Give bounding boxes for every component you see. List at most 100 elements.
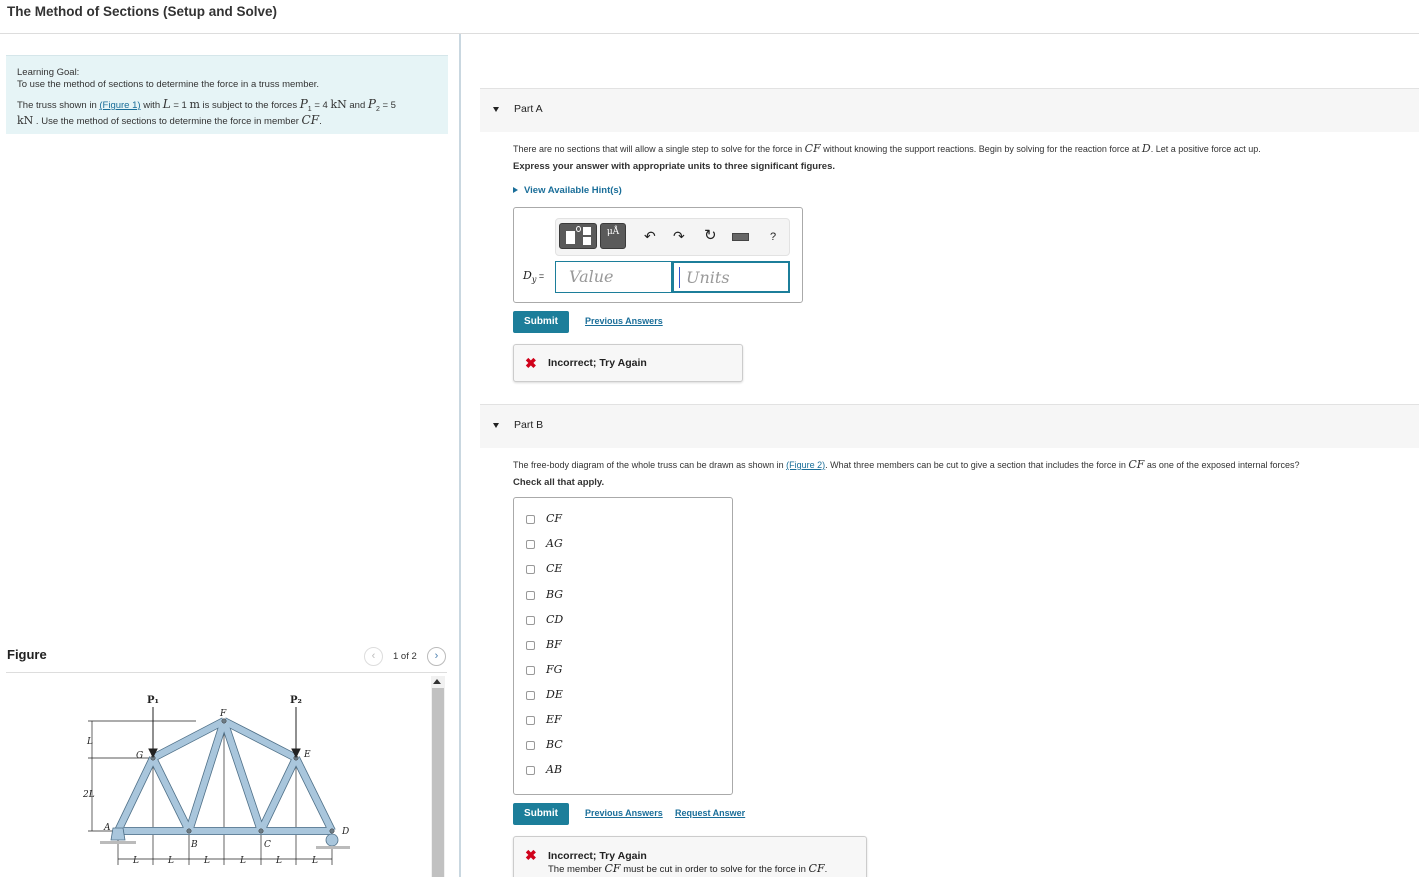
part-a-question: There are no sections that will allow a … <box>513 142 1261 155</box>
text: must be cut in order to solve for the fo… <box>620 864 809 875</box>
figure-counter: 1 of 2 <box>393 651 417 662</box>
checkbox[interactable] <box>526 515 535 524</box>
incorrect-x-icon: ✖ <box>525 847 537 863</box>
learning-goal-box: Learning Goal: To use the method of sect… <box>6 55 448 134</box>
checkbox[interactable] <box>526 591 535 600</box>
option-label: EF <box>546 713 562 726</box>
checkbox[interactable] <box>526 766 535 775</box>
label-E: E <box>303 750 311 760</box>
text: and <box>346 100 368 111</box>
feedback-message: The member CF must be cut in order to so… <box>548 862 827 875</box>
text: . <box>824 864 828 875</box>
request-answer-link[interactable]: Request Answer <box>675 808 745 818</box>
figure-label: Figure <box>7 647 47 662</box>
option-label: AG <box>546 537 563 550</box>
checkbox[interactable] <box>526 666 535 675</box>
member-checklist: CF AG CE BG CD BF FG DE EF BC AB <box>513 497 733 795</box>
collapse-triangle-icon <box>493 107 499 112</box>
answer-box: μÅ ↶ ↷ ↻ ? Dy = Value Units <box>513 207 803 303</box>
roller-support-D <box>325 833 339 847</box>
part-a-submit-button[interactable]: Submit <box>513 311 569 333</box>
undo-icon[interactable]: ↶ <box>644 228 656 244</box>
ground-A <box>100 841 136 844</box>
part-b-previous-answers-link[interactable]: Previous Answers <box>585 808 663 818</box>
help-icon[interactable]: ? <box>770 229 776 245</box>
ground-D <box>316 846 350 849</box>
label-P2: P₂ <box>290 695 302 706</box>
checkbox[interactable] <box>526 565 535 574</box>
learning-goal-problem: The truss shown in (Figure 1) with L = 1… <box>17 97 437 127</box>
units-button[interactable]: μÅ <box>600 223 626 249</box>
figure-2-link[interactable]: (Figure 2) <box>786 460 825 470</box>
checkbox[interactable] <box>526 540 535 549</box>
option-label: AB <box>546 763 563 776</box>
label-G: G <box>136 751 143 761</box>
part-a-label: Part A <box>514 103 543 115</box>
checkbox[interactable] <box>526 716 535 725</box>
text: The free-body diagram of the whole truss… <box>513 460 787 470</box>
checkbox[interactable] <box>526 741 535 750</box>
joint-F <box>221 718 227 724</box>
option-label: FG <box>546 663 563 676</box>
part-a-previous-answers-link[interactable]: Previous Answers <box>585 316 663 326</box>
answer-label: Dy = <box>523 269 544 284</box>
label-L-span-1: L <box>132 856 139 866</box>
text: The truss shown in <box>17 100 100 111</box>
checkbox[interactable] <box>526 616 535 625</box>
templates-icon <box>566 231 575 244</box>
chevron-right-icon: › <box>434 650 439 662</box>
left-pane: Learning Goal: To use the method of sect… <box>0 34 459 877</box>
keyboard-icon[interactable] <box>732 233 749 241</box>
text: = 4 <box>311 100 331 111</box>
label-L-span-5: L <box>275 856 282 866</box>
checkbox[interactable] <box>526 641 535 650</box>
label-C: C <box>264 840 271 850</box>
option-label: CE <box>546 562 563 575</box>
scroll-thumb[interactable] <box>432 688 444 877</box>
option-label: BC <box>546 738 563 751</box>
page-title: The Method of Sections (Setup and Solve) <box>7 4 278 19</box>
text: . <box>319 115 322 127</box>
figure-divider <box>6 672 447 673</box>
label-L-height: L <box>86 737 93 747</box>
truss-members <box>114 717 336 835</box>
equals-sign: = <box>536 271 545 281</box>
checkbox[interactable] <box>526 691 535 700</box>
redo-icon[interactable]: ↷ <box>673 228 685 244</box>
templates-button[interactable] <box>559 223 597 249</box>
figure-next-button[interactable]: › <box>427 647 446 666</box>
option-label: BF <box>546 638 562 651</box>
joint-B <box>186 828 192 834</box>
math-P1: P <box>299 97 308 111</box>
units-input[interactable]: Units <box>672 261 790 293</box>
text: is subject to the forces <box>199 100 300 111</box>
value-input[interactable]: Value <box>555 261 672 293</box>
learning-goal-title: Learning Goal: <box>17 67 80 78</box>
view-hints-link[interactable]: View Available Hint(s) <box>513 185 622 196</box>
figure-header: Figure ‹ 1 of 2 › <box>0 644 459 674</box>
reset-icon[interactable]: ↻ <box>704 228 717 244</box>
text: without knowing the support reactions. B… <box>820 144 1142 154</box>
math-L: L <box>162 97 171 111</box>
part-b-header[interactable]: Part B <box>480 404 1419 448</box>
figure-scrollbar[interactable] <box>431 676 445 877</box>
templates-icon-part <box>583 237 591 245</box>
member-ED <box>293 756 335 833</box>
truss-figure: P₁ P₂ F G E A B C D L 2L L L L L L L <box>82 695 350 866</box>
right-pane: Part A There are no sections that will a… <box>461 34 1419 877</box>
templates-icon-part <box>583 227 591 235</box>
part-a-header[interactable]: Part A <box>480 88 1419 132</box>
figure-1-link[interactable]: (Figure 1) <box>99 100 140 111</box>
part-b-submit-button[interactable]: Submit <box>513 803 569 825</box>
label-P1: P₁ <box>147 695 159 706</box>
incorrect-x-icon: ✖ <box>525 355 537 371</box>
label-2L-height: 2L <box>82 790 95 800</box>
text: . Use the method of sections to determin… <box>33 115 302 127</box>
text-caret <box>679 267 680 288</box>
math-CF: CF <box>604 862 621 875</box>
figure-prev-button[interactable]: ‹ <box>364 647 383 666</box>
learning-goal-description: To use the method of sections to determi… <box>17 79 320 90</box>
scroll-up-arrow-icon[interactable] <box>433 679 441 684</box>
part-b-instruction: Check all that apply. <box>513 477 605 488</box>
view-hints-label: View Available Hint(s) <box>524 185 622 196</box>
